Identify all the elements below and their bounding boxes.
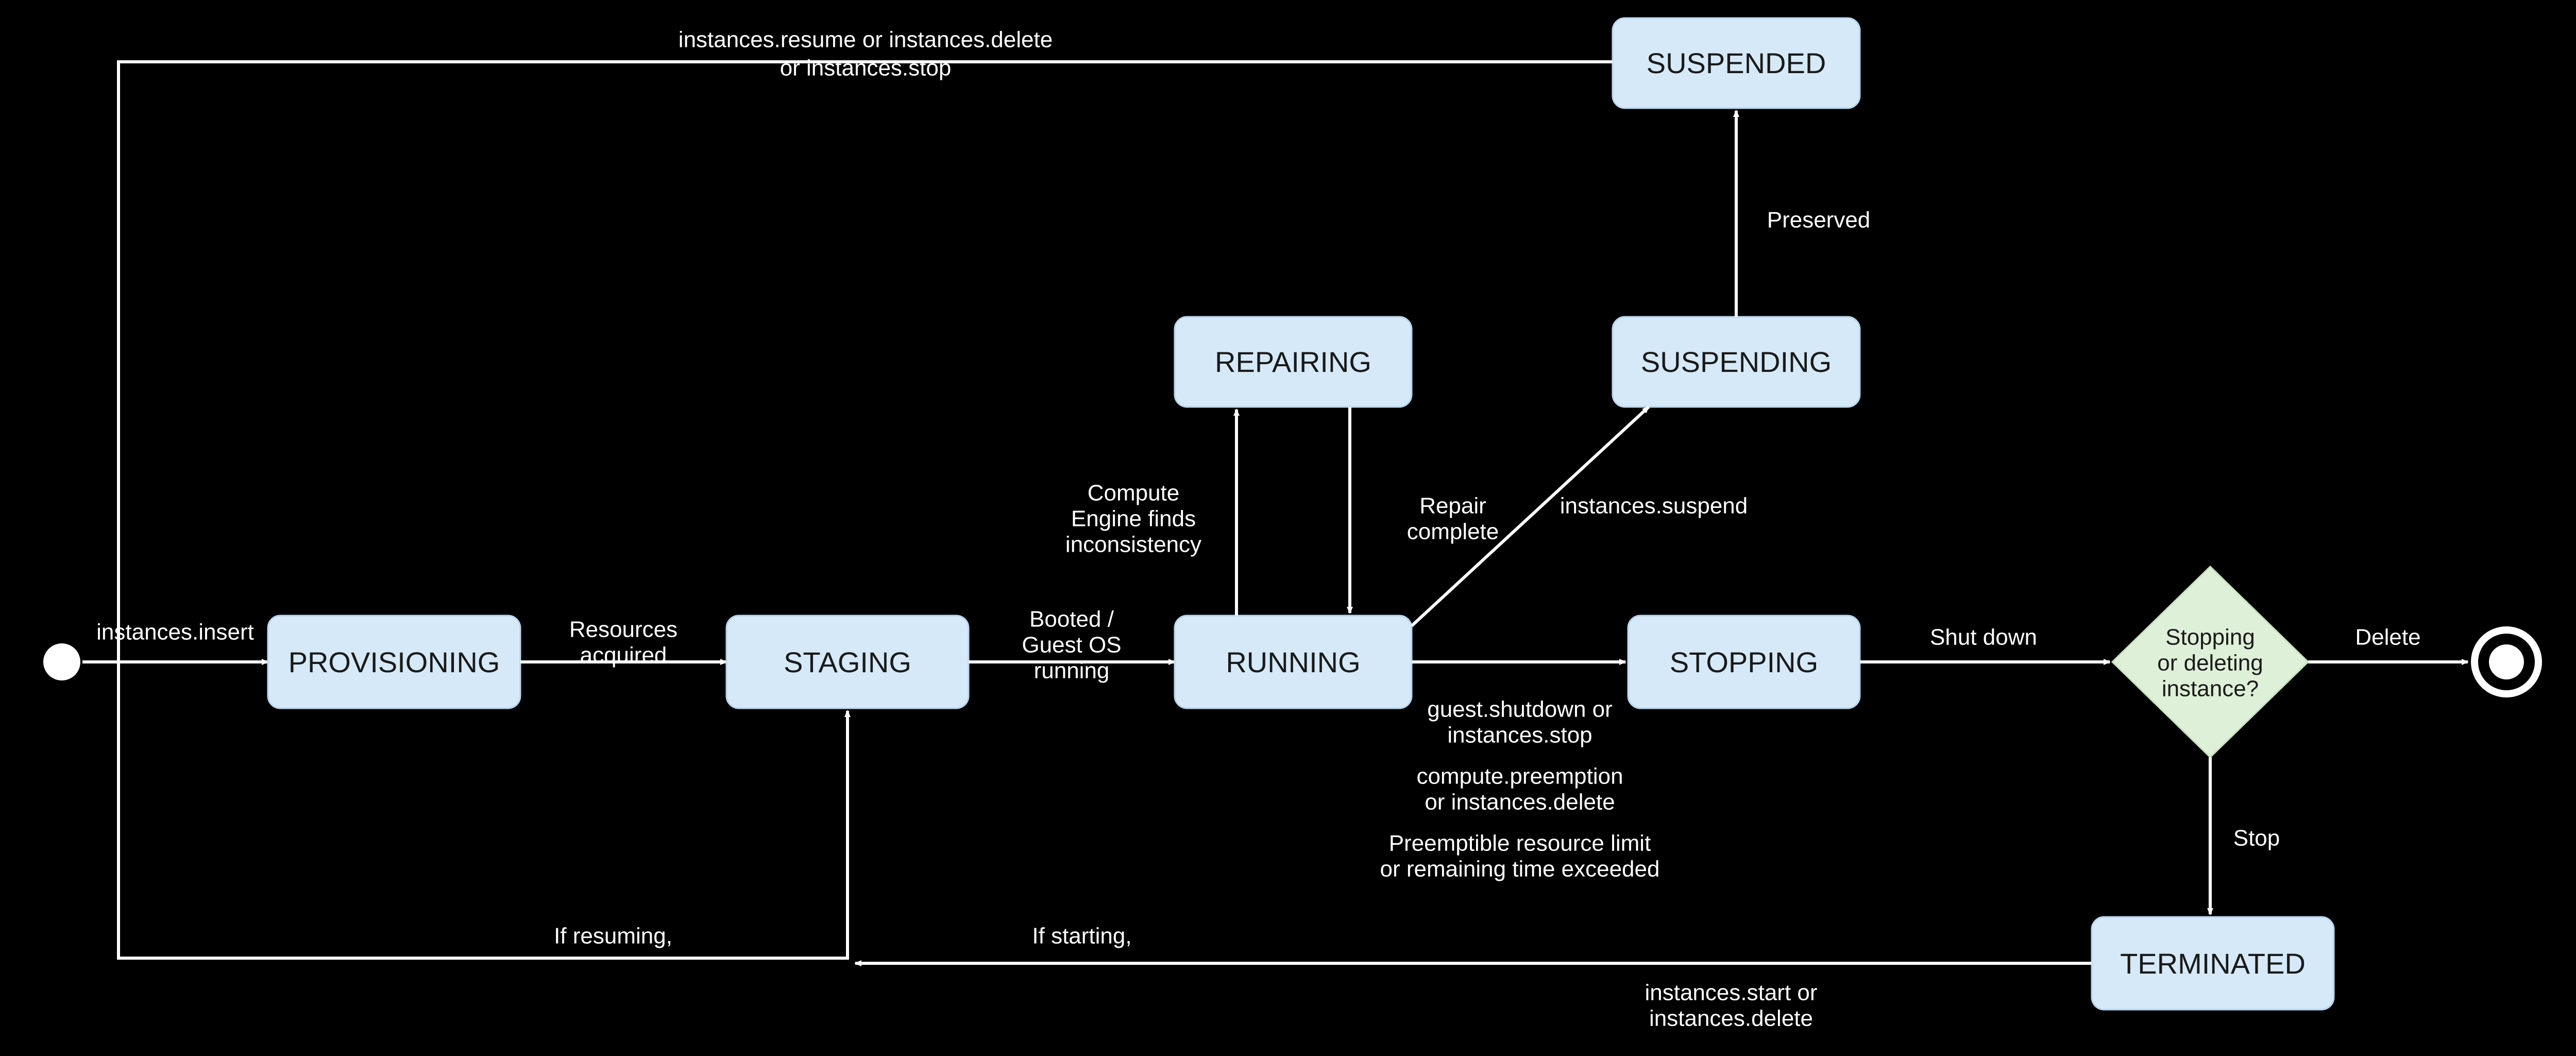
label-run-stop-l3: compute.preemption: [1416, 764, 1623, 789]
lifecycle-diagram: instances.insert PROVISIONING Resources …: [0, 0, 2576, 1056]
label-decision-terminated: Stop: [2233, 826, 2280, 851]
state-running-label: RUNNING: [1226, 646, 1360, 678]
start-node: [43, 643, 80, 680]
label-terminated-back-l1: instances.start or: [1645, 980, 1817, 1006]
label-suspended-back-l1: instances.resume or instances.delete: [679, 27, 1053, 53]
label-repairing-running-l1: Repair: [1419, 493, 1486, 519]
decision-text-l2: or deleting: [2157, 651, 2263, 676]
label-running-suspending: instances.suspend: [1560, 493, 1748, 519]
label-running-repairing-l2: Engine finds: [1071, 506, 1196, 532]
label-provisioning-staging-l2: acquired: [580, 643, 667, 668]
label-terminated-back-branch: If starting,: [1032, 924, 1131, 949]
label-repairing-running-l2: complete: [1407, 519, 1499, 544]
label-suspended-back-l2: or instances.stop: [780, 56, 952, 81]
label-run-stop-l4: or instances.delete: [1425, 790, 1615, 815]
label-run-stop-l1: guest.shutdown or: [1427, 697, 1613, 722]
label-run-stop-l2: instances.stop: [1447, 723, 1592, 748]
state-suspended-label: SUSPENDED: [1647, 47, 1826, 79]
label-staging-running-l3: running: [1034, 658, 1110, 684]
label-stopping-decision: Shut down: [1930, 625, 2037, 650]
label-terminated-back-l2: instances.delete: [1649, 1006, 1813, 1031]
end-node-dot: [2489, 644, 2524, 679]
label-run-stop-l6: or remaining time exceeded: [1380, 857, 1660, 882]
state-terminated-label: TERMINATED: [2120, 947, 2306, 980]
label-decision-terminal: Delete: [2355, 625, 2420, 650]
label-suspended-back-branch: If resuming,: [554, 924, 672, 949]
label-provisioning-staging-l1: Resources: [569, 617, 677, 642]
state-provisioning-label: PROVISIONING: [289, 646, 500, 678]
state-repairing-label: REPAIRING: [1215, 346, 1371, 378]
state-suspending-label: SUSPENDING: [1641, 346, 1832, 378]
state-stopping-label: STOPPING: [1670, 646, 1818, 678]
edge-suspended-back: [118, 62, 1613, 958]
label-run-stop-l5: Preemptible resource limit: [1389, 831, 1651, 856]
label-start-provisioning: instances.insert: [96, 620, 254, 645]
label-staging-running-l2: Guest OS: [1022, 633, 1121, 658]
label-running-repairing-l1: Compute: [1088, 481, 1180, 506]
state-staging-label: STAGING: [784, 646, 911, 678]
label-running-repairing-l3: inconsistency: [1065, 532, 1201, 557]
label-suspending-suspended: Preserved: [1767, 208, 1871, 233]
decision-text-l3: instance?: [2162, 676, 2259, 702]
decision-text-l1: Stopping: [2165, 625, 2255, 650]
label-staging-running-l1: Booted /: [1029, 607, 1114, 632]
